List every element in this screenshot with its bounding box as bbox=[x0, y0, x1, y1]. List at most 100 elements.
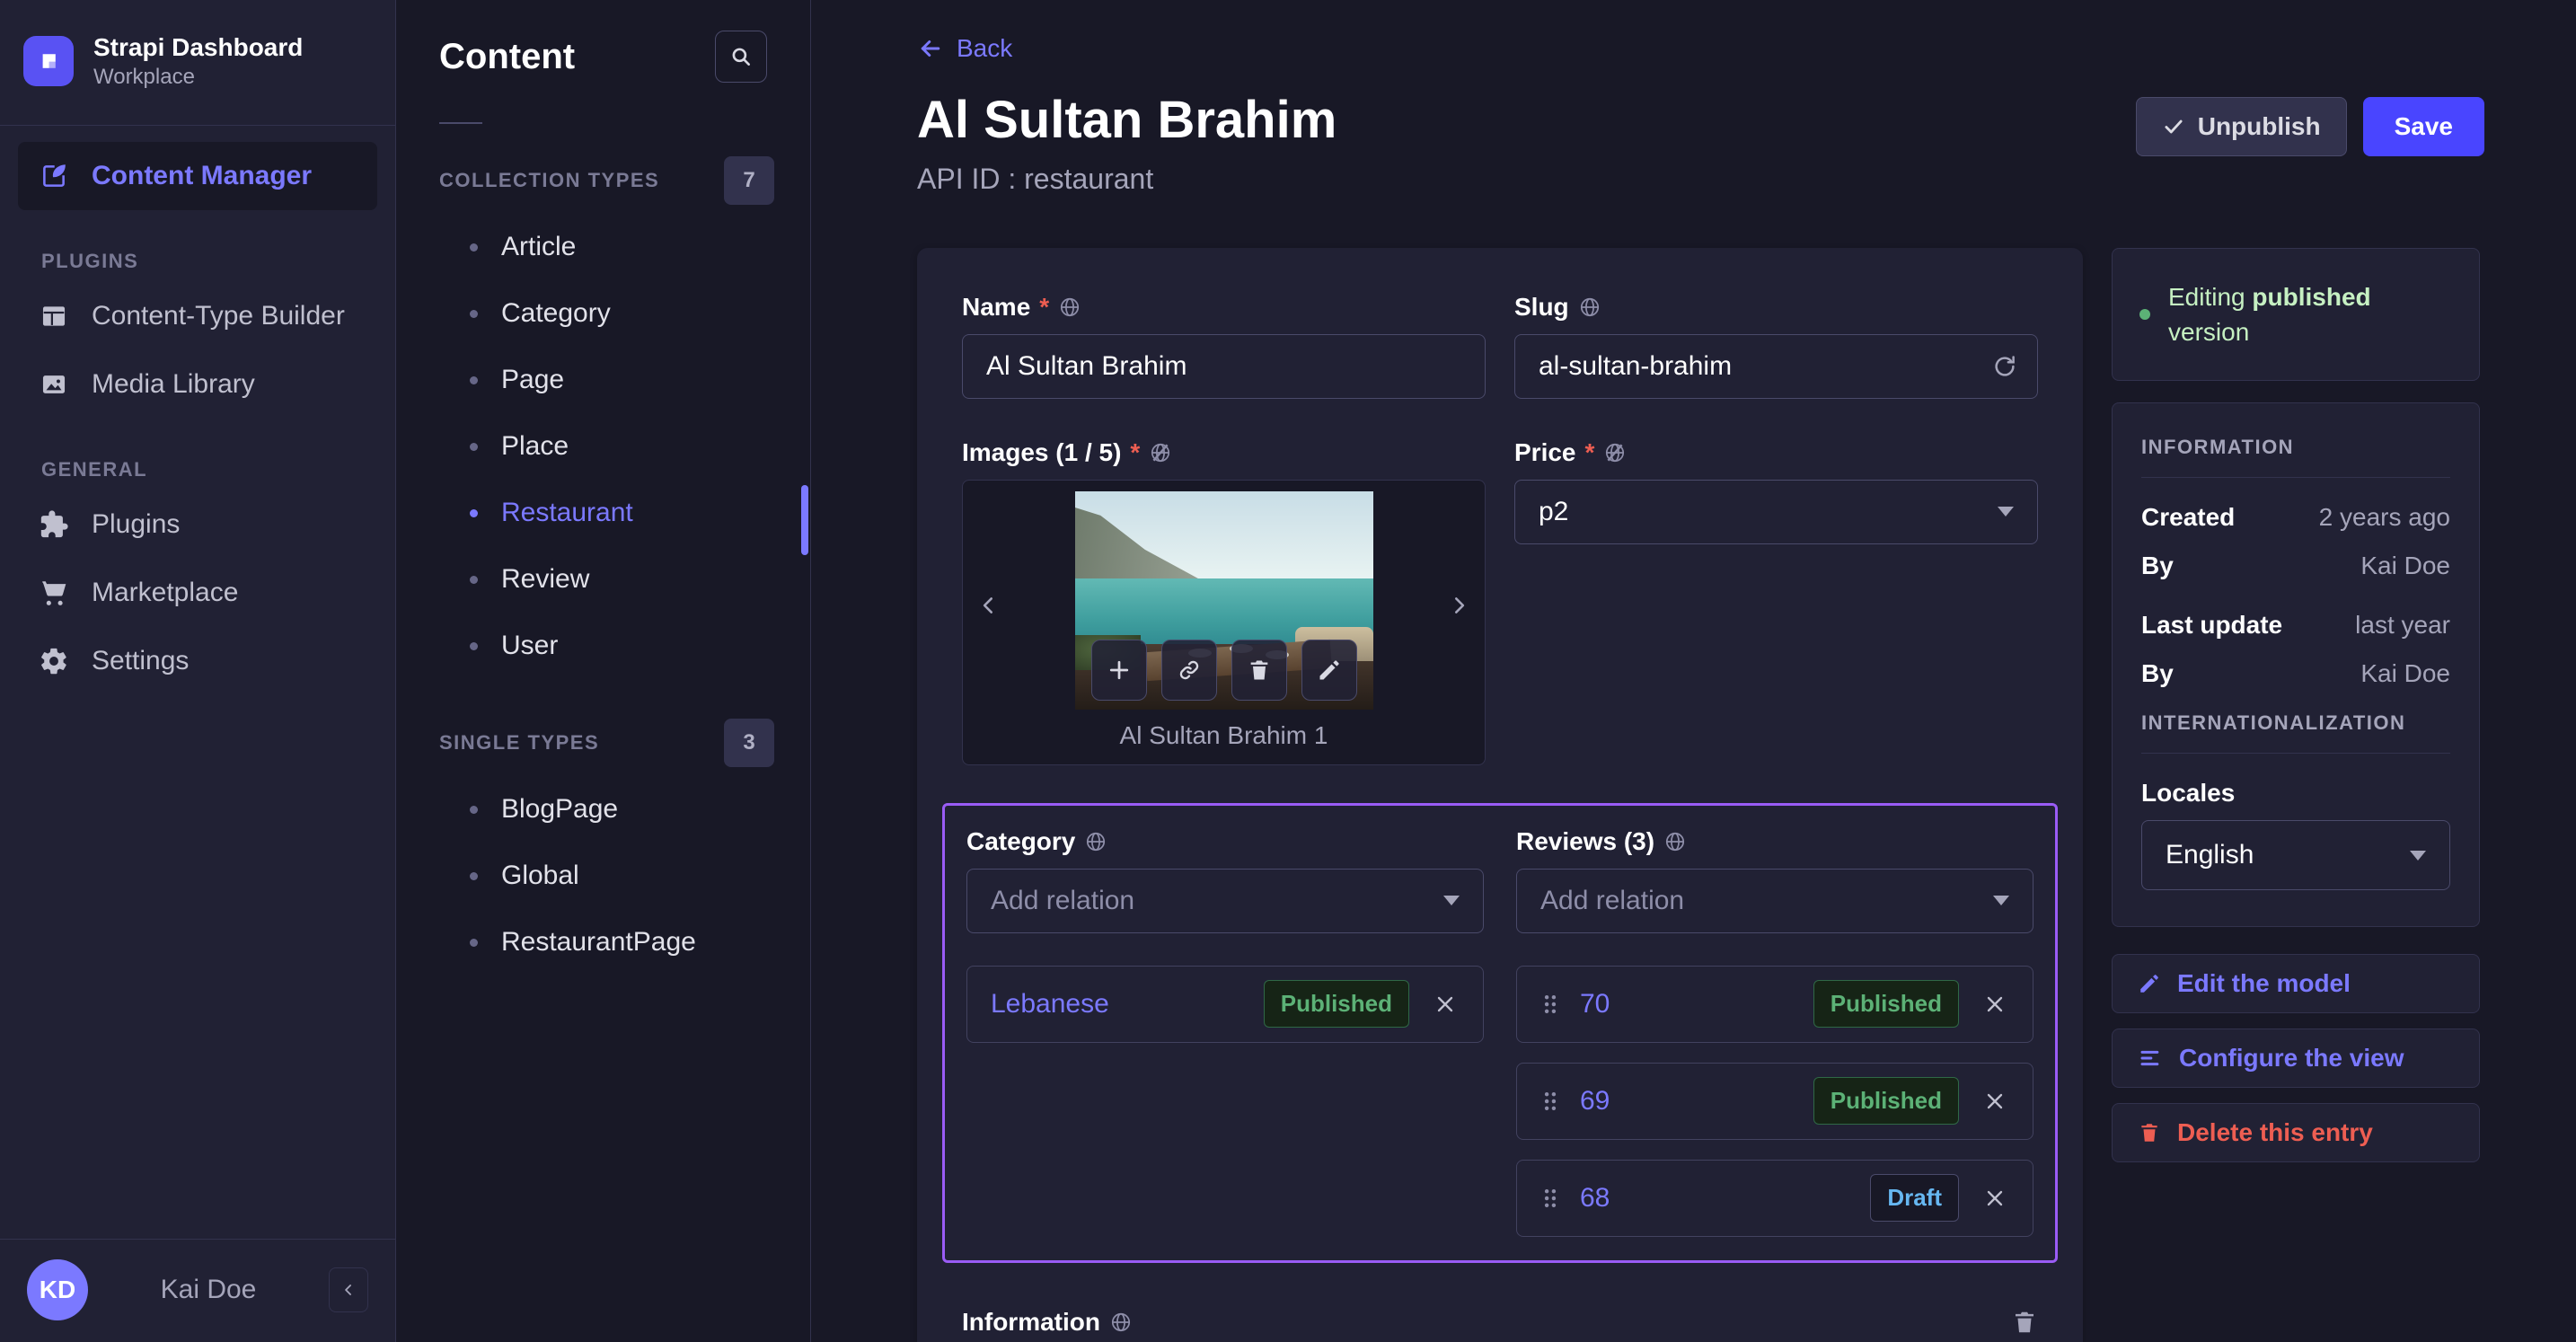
chevron-down-icon bbox=[2410, 850, 2426, 861]
relation-item: 70 Published bbox=[1516, 965, 2033, 1043]
status-badge: Published bbox=[1263, 980, 1409, 1029]
regenerate-slug-button[interactable] bbox=[1991, 353, 2018, 380]
information-panel: INFORMATION Created 2 years ago By Kai D… bbox=[2112, 402, 2480, 928]
subnav-item-place[interactable]: Place bbox=[396, 413, 810, 480]
globe-icon bbox=[1578, 296, 1601, 319]
bullet-icon bbox=[470, 309, 478, 318]
scrollbar-thumb[interactable] bbox=[801, 485, 808, 555]
delete-entry-button[interactable]: Delete this entry bbox=[2112, 1103, 2480, 1163]
copy-link-button[interactable] bbox=[1160, 639, 1217, 701]
section-title-collection-types: COLLECTION TYPES bbox=[439, 169, 660, 191]
plus-icon bbox=[1109, 660, 1128, 680]
delete-component-button[interactable] bbox=[2011, 1309, 2038, 1336]
chevron-left-icon bbox=[345, 1285, 351, 1295]
globe-icon bbox=[1084, 830, 1107, 853]
images-label: Images (1 / 5) bbox=[962, 437, 1122, 466]
globe-slash-icon bbox=[1149, 441, 1172, 464]
price-select[interactable]: p2 bbox=[1514, 479, 2038, 544]
sidebar-item-settings[interactable]: Settings bbox=[18, 627, 377, 695]
info-row: By Kai Doe bbox=[2141, 552, 2450, 580]
category-add-relation-select[interactable]: Add relation bbox=[966, 868, 1484, 933]
locale-select[interactable]: English bbox=[2141, 820, 2450, 891]
subnav-item-restaurant[interactable]: Restaurant bbox=[396, 480, 810, 546]
remove-relation-button[interactable] bbox=[1977, 986, 2013, 1022]
configure-view-button[interactable]: Configure the view bbox=[2112, 1029, 2480, 1089]
divider bbox=[2141, 477, 2450, 479]
divider bbox=[0, 124, 395, 126]
subnav-item-blogpage[interactable]: BlogPage bbox=[396, 776, 810, 843]
name-label: Name bbox=[962, 292, 1031, 321]
divider bbox=[2141, 753, 2450, 755]
image-caption: Al Sultan Brahim 1 bbox=[1119, 720, 1328, 749]
sidebar-item-label: Content-Type Builder bbox=[92, 300, 345, 331]
close-icon bbox=[1987, 1093, 2003, 1109]
drag-handle-icon[interactable] bbox=[1540, 993, 1560, 1016]
remove-relation-button[interactable] bbox=[1977, 1180, 2013, 1216]
trash-icon bbox=[2016, 1311, 2033, 1333]
relation-link[interactable]: 69 bbox=[1580, 1086, 1795, 1117]
feather-icon bbox=[38, 160, 70, 192]
trash-icon bbox=[2141, 1124, 2157, 1143]
drag-handle-icon[interactable] bbox=[1540, 1090, 1560, 1113]
sidebar-item-plugins[interactable]: Plugins bbox=[18, 490, 377, 559]
workspace-brand[interactable]: Strapi Dashboard Workplace bbox=[0, 0, 395, 118]
slug-label: Slug bbox=[1514, 292, 1569, 321]
edit-model-button[interactable]: Edit the model bbox=[2112, 954, 2480, 1014]
close-icon bbox=[1987, 1190, 2003, 1206]
sidebar-item-media-library[interactable]: Media Library bbox=[18, 350, 377, 419]
globe-slash-icon bbox=[1603, 441, 1627, 464]
avatar: KD bbox=[27, 1259, 88, 1320]
i18n-section-title: INTERNATIONALIZATION bbox=[2141, 711, 2406, 735]
back-link[interactable]: Back bbox=[917, 34, 1012, 63]
relation-link[interactable]: 70 bbox=[1580, 989, 1795, 1020]
save-button[interactable]: Save bbox=[2362, 97, 2484, 156]
carousel-previous-button[interactable] bbox=[977, 592, 1001, 619]
user-name: Kai Doe bbox=[160, 1275, 257, 1304]
close-icon bbox=[1437, 996, 1453, 1012]
edit-image-button[interactable] bbox=[1301, 639, 1357, 701]
subnav-item-user[interactable]: User bbox=[396, 613, 810, 679]
status-badge: Draft bbox=[1870, 1174, 1959, 1223]
subnav-item-restaurantpage[interactable]: RestaurantPage bbox=[396, 909, 810, 976]
restaurant-photo[interactable] bbox=[1074, 490, 1373, 710]
collapse-sidebar-button[interactable] bbox=[329, 1267, 368, 1312]
divider bbox=[439, 122, 482, 124]
sidebar-item-marketplace[interactable]: Marketplace bbox=[18, 559, 377, 627]
unpublish-button[interactable]: Unpublish bbox=[2135, 97, 2347, 156]
entry-form-card: Name* Slug bbox=[917, 247, 2083, 1342]
add-image-button[interactable] bbox=[1090, 639, 1147, 701]
locales-label: Locales bbox=[2141, 779, 2236, 808]
sidebar-item-content-type-builder[interactable]: Content-Type Builder bbox=[18, 282, 377, 350]
subnav-item-review[interactable]: Review bbox=[396, 546, 810, 613]
subnav-item-global[interactable]: Global bbox=[396, 843, 810, 909]
carousel-next-button[interactable] bbox=[1447, 592, 1470, 619]
category-label: Category bbox=[966, 826, 1076, 855]
subnav-item-article[interactable]: Article bbox=[396, 214, 810, 280]
slug-input[interactable] bbox=[1514, 333, 2038, 399]
arrow-left-icon bbox=[921, 40, 940, 57]
drag-handle-icon[interactable] bbox=[1540, 1187, 1560, 1210]
name-input[interactable] bbox=[962, 333, 1486, 399]
nav-section-plugins: PLUGINS bbox=[41, 249, 139, 272]
version-status-box: Editing published version bbox=[2112, 247, 2480, 382]
subnav-item-category[interactable]: Category bbox=[396, 280, 810, 347]
subnav-item-page[interactable]: Page bbox=[396, 347, 810, 413]
relation-link[interactable]: Lebanese bbox=[991, 989, 1246, 1020]
reviews-add-relation-select[interactable]: Add relation bbox=[1516, 868, 2033, 933]
search-icon bbox=[732, 48, 750, 66]
information-label: Information bbox=[962, 1307, 1100, 1336]
chevron-left-icon bbox=[983, 597, 993, 614]
bullet-icon bbox=[470, 575, 478, 584]
sidebar-item-label: Media Library bbox=[92, 368, 255, 399]
relation-link[interactable]: 68 bbox=[1580, 1183, 1852, 1214]
remove-relation-button[interactable] bbox=[1977, 1083, 2013, 1119]
info-row: By Kai Doe bbox=[2141, 659, 2450, 688]
remove-relation-button[interactable] bbox=[1427, 986, 1463, 1022]
search-button[interactable] bbox=[715, 31, 767, 83]
delete-image-button[interactable] bbox=[1231, 639, 1287, 701]
chevron-right-icon bbox=[1454, 597, 1465, 614]
sidebar-item-content-manager[interactable]: Content Manager bbox=[18, 141, 377, 210]
sidebar-item-label: Marketplace bbox=[92, 577, 239, 607]
bullet-icon bbox=[470, 375, 478, 384]
information-section-title: INFORMATION bbox=[2141, 436, 2295, 459]
